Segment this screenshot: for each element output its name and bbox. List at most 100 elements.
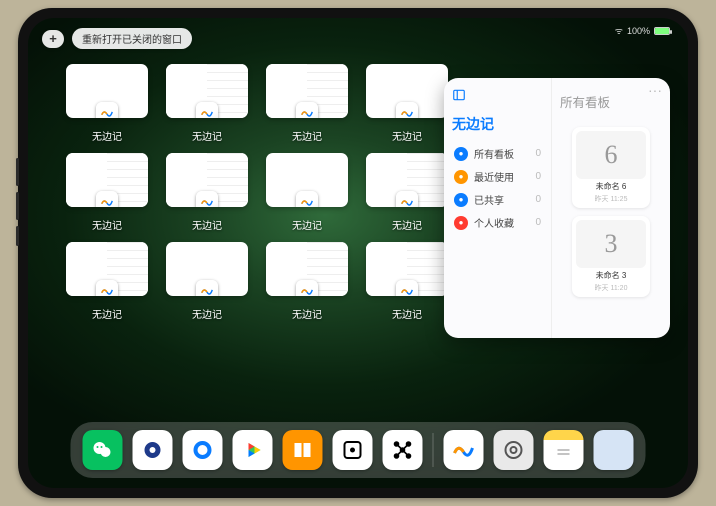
window-preview[interactable] <box>266 64 348 118</box>
more-icon[interactable]: ··· <box>648 82 662 98</box>
dock-browser[interactable] <box>183 430 223 470</box>
freeform-app-icon <box>396 102 418 118</box>
window-preview[interactable] <box>266 242 348 296</box>
window-preview[interactable] <box>166 64 248 118</box>
freeform-app-icon <box>396 191 418 207</box>
board-card[interactable]: 6 未命名 6 昨天 11:25 <box>572 127 650 208</box>
dock-play[interactable] <box>233 430 273 470</box>
board-card[interactable]: 3 未命名 3 昨天 11:20 <box>572 216 650 297</box>
dock-app-library[interactable] <box>594 430 634 470</box>
window-label: 无边记 <box>192 217 222 232</box>
dock-settings[interactable] <box>494 430 534 470</box>
freeform-app-icon <box>196 191 218 207</box>
window-preview[interactable] <box>166 153 248 207</box>
freeform-app-icon <box>396 280 418 296</box>
window-label: 无边记 <box>192 128 222 143</box>
window-thumb[interactable]: 无边记 <box>166 153 248 232</box>
window-label: 无边记 <box>392 306 422 321</box>
board-subtitle: 昨天 11:20 <box>595 283 628 293</box>
power-button[interactable] <box>16 226 19 246</box>
window-thumb[interactable]: 无边记 <box>66 153 148 232</box>
window-thumb[interactable]: 无边记 <box>166 242 248 321</box>
window-thumb[interactable]: 无边记 <box>66 64 148 143</box>
volume-up-button[interactable] <box>16 158 19 186</box>
popover-app-title: 无边记 <box>452 114 543 134</box>
reopen-closed-window-button[interactable]: 重新打开已关闭的窗口 <box>72 28 192 49</box>
nav-label: 所有看板 <box>474 146 514 161</box>
popover-section-title: 所有看板 <box>560 92 610 111</box>
nav-icon: ● <box>454 170 468 184</box>
dock-qq[interactable] <box>133 430 173 470</box>
nav-label: 最近使用 <box>474 169 514 184</box>
window-thumb[interactable]: 无边记 <box>166 64 248 143</box>
nav-count: 0 <box>535 194 541 205</box>
nav-count: 0 <box>535 148 541 159</box>
popover-sidebar: 无边记 ● 所有看板 0 ● 最近使用 0 ● 已共享 0 ● 个人收藏 0 <box>444 78 552 338</box>
nav-count: 0 <box>535 217 541 228</box>
window-thumb[interactable]: 无边记 <box>366 242 448 321</box>
window-preview[interactable] <box>266 153 348 207</box>
window-thumb[interactable]: 无边记 <box>66 242 148 321</box>
freeform-app-icon <box>296 191 318 207</box>
wifi-icon: ᯤ <box>615 24 623 37</box>
dock-books[interactable] <box>283 430 323 470</box>
window-grid: 无边记 无边记 无边记 无边记 无边记 无边记 无边记 <box>66 64 456 321</box>
sidebar-item[interactable]: ● 已共享 0 <box>452 188 543 211</box>
nav-icon: ● <box>454 216 468 230</box>
dock-separator <box>433 433 434 467</box>
board-preview: 3 <box>576 220 646 268</box>
window-thumb[interactable]: 无边记 <box>266 242 348 321</box>
board-subtitle: 昨天 11:25 <box>595 194 628 204</box>
freeform-app-icon <box>96 280 118 296</box>
dock <box>71 422 646 478</box>
sidebar-item[interactable]: ● 个人收藏 0 <box>452 211 543 234</box>
window-preview[interactable] <box>166 242 248 296</box>
sidebar-item[interactable]: ● 最近使用 0 <box>452 165 543 188</box>
window-label: 无边记 <box>292 306 322 321</box>
window-label: 无边记 <box>92 306 122 321</box>
window-label: 无边记 <box>292 217 322 232</box>
freeform-app-icon <box>96 191 118 207</box>
nav-count: 0 <box>535 171 541 182</box>
window-label: 无边记 <box>192 306 222 321</box>
nav-label: 已共享 <box>474 192 504 207</box>
window-preview[interactable] <box>66 153 148 207</box>
dock-notes[interactable] <box>544 430 584 470</box>
window-thumb[interactable]: 无边记 <box>366 64 448 143</box>
window-preview[interactable] <box>366 153 448 207</box>
window-preview[interactable] <box>66 242 148 296</box>
dock-freeform[interactable] <box>444 430 484 470</box>
dock-app-2[interactable] <box>383 430 423 470</box>
window-label: 无边记 <box>292 128 322 143</box>
window-preview[interactable] <box>66 64 148 118</box>
board-title: 未命名 6 <box>596 181 627 192</box>
battery-text: 100% <box>627 26 650 36</box>
nav-label: 个人收藏 <box>474 215 514 230</box>
window-label: 无边记 <box>392 128 422 143</box>
board-preview: 6 <box>576 131 646 179</box>
dock-app-1[interactable] <box>333 430 373 470</box>
board-title: 未命名 3 <box>596 270 627 281</box>
freeform-app-icon <box>96 102 118 118</box>
volume-down-button[interactable] <box>16 192 19 220</box>
topbar: + 重新打开已关闭的窗口 <box>42 28 192 49</box>
window-thumb[interactable]: 无边记 <box>266 153 348 232</box>
window-label: 无边记 <box>392 217 422 232</box>
screen: ᯤ 100% + 重新打开已关闭的窗口 无边记 无边记 无边记 无边记 <box>28 18 688 488</box>
sidebar-icon <box>452 88 466 102</box>
window-preview[interactable] <box>366 64 448 118</box>
nav-icon: ● <box>454 193 468 207</box>
dock-wechat[interactable] <box>83 430 123 470</box>
nav-icon: ● <box>454 147 468 161</box>
new-window-button[interactable]: + <box>42 30 64 48</box>
popover-content: ··· 所有看板 6 未命名 6 昨天 11:25 3 未命名 3 昨天 11:2… <box>552 78 670 338</box>
freeform-popover: 无边记 ● 所有看板 0 ● 最近使用 0 ● 已共享 0 ● 个人收藏 0 ··· 所有看板 6 未… <box>444 78 670 338</box>
window-thumb[interactable]: 无边记 <box>366 153 448 232</box>
window-thumb[interactable]: 无边记 <box>266 64 348 143</box>
freeform-app-icon <box>296 102 318 118</box>
window-label: 无边记 <box>92 217 122 232</box>
status-bar: ᯤ 100% <box>615 24 670 37</box>
window-preview[interactable] <box>366 242 448 296</box>
freeform-app-icon <box>196 102 218 118</box>
sidebar-item[interactable]: ● 所有看板 0 <box>452 142 543 165</box>
